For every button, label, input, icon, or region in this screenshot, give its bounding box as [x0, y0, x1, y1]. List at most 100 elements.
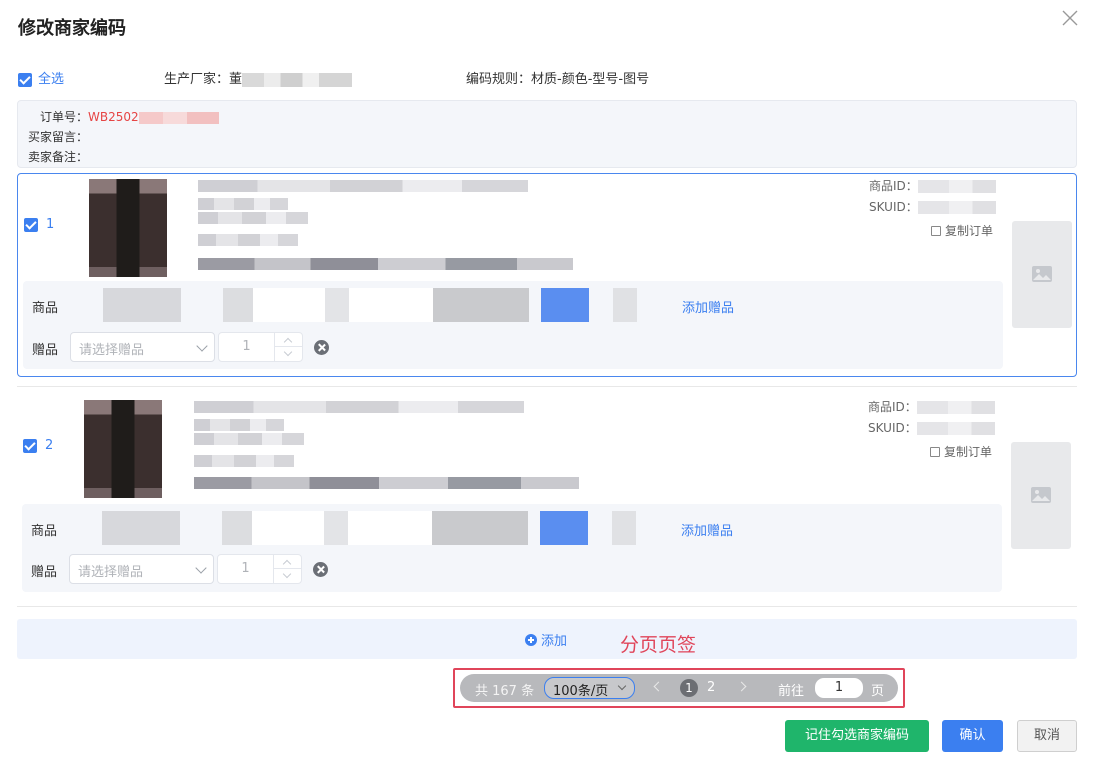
- maker-redacted: [242, 72, 353, 87]
- item-index: 1: [46, 217, 55, 232]
- gift-quantity-stepper[interactable]: 1: [218, 332, 303, 362]
- gift-select-placeholder: 请选择赠品: [79, 343, 145, 358]
- order-no-label: 订单号：: [40, 110, 89, 124]
- chevron-down-icon: [196, 340, 208, 352]
- seller-note-row: 卖家备注：: [28, 147, 1066, 167]
- order-info-box: 订单号：WB2502 买家留言： 卖家备注：: [17, 100, 1077, 168]
- prev-page-icon[interactable]: [653, 681, 664, 692]
- stepper-arrows[interactable]: [273, 555, 301, 583]
- order-item-card: 1 商品ID： SKUID： 复制订单 商品 添加赠品 赠品 请选择赠品 1: [17, 173, 1077, 377]
- chevron-down-icon: [282, 569, 292, 579]
- select-all-label: 全选: [38, 72, 65, 87]
- product-thumbnail: [84, 400, 162, 498]
- chevron-up-icon: [283, 337, 293, 347]
- divider: [17, 606, 1077, 607]
- add-gift-link[interactable]: 添加赠品: [681, 520, 733, 539]
- order-no-row: 订单号：WB2502: [28, 107, 1066, 127]
- pagination: 共 167 条 100条/页 1 2 前往 1 页: [460, 674, 898, 702]
- goods-label: 商品: [31, 524, 58, 539]
- image-placeholder[interactable]: [1011, 442, 1071, 549]
- confirm-button[interactable]: 确认: [942, 720, 1003, 752]
- page-2-button[interactable]: 2: [707, 680, 715, 695]
- goods-id-redacted: [917, 180, 996, 193]
- item-index: 2: [45, 438, 54, 453]
- chevron-up-icon: [282, 559, 292, 569]
- page-size-select[interactable]: 100条/页: [544, 677, 635, 699]
- goods-panel: 商品 添加赠品 赠品 请选择赠品 1: [22, 504, 1002, 592]
- goods-label: 商品: [32, 301, 59, 316]
- buyer-message-label: 买家留言：: [28, 130, 89, 144]
- dialog-title: 修改商家编码: [18, 18, 126, 39]
- copy-order-button[interactable]: 复制订单: [930, 443, 992, 460]
- gift-select[interactable]: 请选择赠品: [70, 332, 215, 362]
- seller-note-label: 卖家备注：: [28, 150, 89, 164]
- plus-circle-icon: [525, 634, 537, 646]
- product-ids: 商品ID： SKUID：: [868, 397, 995, 439]
- remove-gift-icon[interactable]: [314, 340, 329, 355]
- goods-id-label: 商品ID：: [869, 179, 918, 193]
- sku-id-row: SKUID：: [869, 197, 996, 218]
- product-thumbnail: [89, 179, 167, 277]
- product-ids: 商品ID： SKUID：: [869, 176, 996, 218]
- sku-id-redacted: [917, 201, 996, 214]
- sku-id-label: SKUID：: [869, 200, 918, 214]
- pagination-annotation: 分页页签: [620, 634, 697, 656]
- pagination-total: 共 167 条: [475, 684, 535, 699]
- close-icon[interactable]: [1060, 8, 1080, 28]
- code-rule: 编码规则：材质-颜色-型号-图号: [466, 68, 649, 87]
- gift-quantity-value: 1: [241, 561, 250, 576]
- order-no-redacted: [138, 111, 219, 124]
- image-icon: [1032, 266, 1052, 282]
- goto-label: 前往: [778, 684, 805, 699]
- add-button[interactable]: 添加: [525, 630, 567, 649]
- remember-code-button[interactable]: 记住勾选商家编码: [785, 720, 929, 752]
- page-1-button[interactable]: 1: [680, 679, 698, 697]
- copy-icon: [931, 226, 941, 236]
- gift-quantity-value: 1: [242, 339, 251, 354]
- add-button-label: 添加: [541, 634, 568, 649]
- checkbox-checked-icon: [23, 438, 37, 453]
- item-select-checkbox[interactable]: 2: [23, 438, 53, 453]
- chevron-down-icon: [195, 562, 207, 574]
- stepper-arrows[interactable]: [274, 333, 302, 361]
- gift-select-placeholder: 请选择赠品: [78, 565, 144, 580]
- gift-select[interactable]: 请选择赠品: [69, 554, 214, 584]
- image-icon: [1031, 487, 1051, 503]
- pagination-highlight-box: 共 167 条 100条/页 1 2 前往 1 页: [453, 668, 905, 708]
- order-no-value: WB2502: [88, 110, 139, 124]
- copy-order-label: 复制订单: [945, 224, 994, 238]
- goods-panel: 商品 添加赠品 赠品 请选择赠品 1: [23, 281, 1003, 369]
- copy-order-button[interactable]: 复制订单: [931, 222, 993, 239]
- copy-icon: [930, 447, 940, 457]
- order-item-card: 2 商品ID： SKUID： 复制订单 商品 添加赠品 赠品 请选择赠品 1: [17, 386, 1077, 592]
- sku-id-label: SKUID：: [868, 421, 917, 435]
- image-placeholder[interactable]: [1012, 221, 1072, 328]
- goods-id-redacted: [916, 401, 995, 414]
- gift-quantity-stepper[interactable]: 1: [217, 554, 302, 584]
- maker-label: 生产厂家：: [164, 72, 230, 87]
- next-page-icon[interactable]: [736, 681, 747, 692]
- goto-page-input[interactable]: 1: [815, 678, 863, 698]
- goods-id-row: 商品ID：: [869, 176, 996, 197]
- gift-label: 赠品: [32, 343, 59, 358]
- copy-order-label: 复制订单: [944, 445, 993, 459]
- page-suffix: 页: [871, 684, 885, 699]
- gift-label: 赠品: [31, 565, 58, 580]
- checkbox-checked-icon: [24, 217, 38, 232]
- sku-id-row: SKUID：: [868, 418, 995, 439]
- select-all-checkbox[interactable]: 全选: [18, 68, 64, 87]
- maker-field: 生产厂家：董: [164, 68, 353, 87]
- item-select-checkbox[interactable]: 1: [24, 217, 54, 232]
- header-row: 全选 生产厂家：董 编码规则：材质-颜色-型号-图号: [18, 68, 1076, 87]
- maker-value: 董: [229, 72, 243, 87]
- cancel-button[interactable]: 取消: [1017, 720, 1077, 752]
- goods-id-row: 商品ID：: [868, 397, 995, 418]
- remove-gift-icon[interactable]: [313, 562, 328, 577]
- goods-id-label: 商品ID：: [868, 400, 917, 414]
- page-size-value: 100条/页: [553, 684, 609, 699]
- goods-field-redacted[interactable]: [73, 288, 673, 322]
- chevron-down-icon: [283, 347, 293, 357]
- rule-value: 材质-颜色-型号-图号: [531, 72, 650, 87]
- add-gift-link[interactable]: 添加赠品: [682, 297, 734, 316]
- goods-field-redacted[interactable]: [72, 511, 672, 545]
